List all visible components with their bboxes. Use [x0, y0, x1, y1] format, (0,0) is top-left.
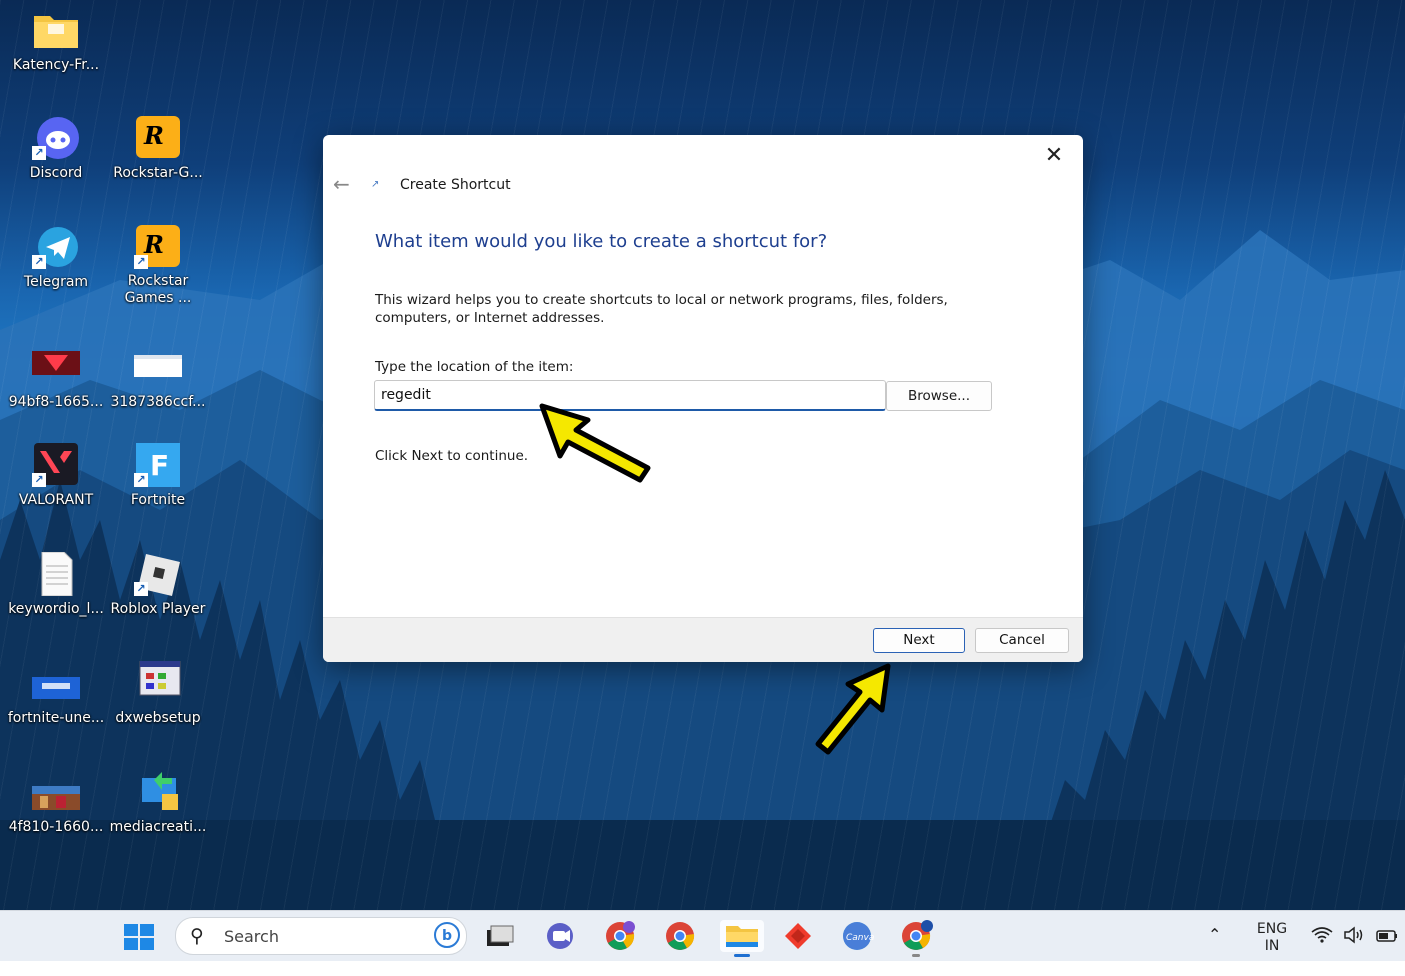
desktop-icon-4f810[interactable]: 4f810-1660... — [5, 770, 107, 836]
desktop-icon-telegram[interactable]: ↗ Telegram — [5, 225, 107, 291]
chrome-icon[interactable] — [663, 920, 697, 952]
continue-hint: Click Next to continue. — [375, 448, 529, 464]
svg-text:Canva: Canva — [846, 933, 874, 943]
taskbar: ⚲ Search b Canva ⌃ ENG IN — [0, 910, 1405, 961]
shortcut-arrow-icon: ↗ — [134, 255, 148, 269]
language-indicator[interactable]: ENG IN — [1252, 921, 1292, 971]
desktop-icon-rockstar-games[interactable]: R ↗ Rockstar Games ... — [107, 225, 209, 307]
chrome-icon[interactable] — [603, 920, 637, 952]
desktop-icon-roblox[interactable]: ↗ Roblox Player — [107, 552, 209, 618]
shortcut-arrow-icon: ↗ — [32, 255, 46, 269]
shortcut-arrow-icon: ↗ — [32, 473, 46, 487]
media-creation-icon — [132, 770, 184, 814]
desktop-icon-mediacreation[interactable]: mediacreati... — [107, 770, 209, 836]
desktop-icon-label: dxwebsetup — [115, 710, 201, 726]
location-label: Type the location of the item: — [375, 359, 574, 375]
desktop-icon-label: Fortnite — [130, 492, 186, 508]
active-indicator — [734, 954, 750, 957]
image-file-icon — [30, 661, 82, 705]
close-icon[interactable]: ✕ — [1039, 141, 1069, 171]
folder-icon — [30, 8, 82, 52]
desktop-icon-3187386[interactable]: 3187386ccf... — [107, 345, 209, 411]
installer-icon — [132, 660, 184, 705]
desktop-icon-dxwebsetup[interactable]: dxwebsetup — [107, 660, 209, 727]
desktop-icon-label: 4f810-1660... — [8, 819, 104, 835]
valorant-icon: ↗ — [30, 443, 82, 487]
image-file-icon — [30, 770, 82, 814]
desktop-icon-label: 94bf8-1665... — [8, 394, 104, 410]
dialog-title: Create Shortcut — [400, 177, 511, 193]
desktop-icon-label: Rockstar-G... — [113, 165, 203, 181]
fortnite-icon: F ↗ — [132, 443, 184, 487]
desktop-icon-label: VALORANT — [18, 492, 94, 508]
back-arrow-icon[interactable]: ← — [333, 173, 355, 195]
shortcut-arrow-icon: ↗ — [134, 582, 148, 596]
annotation-arrow-to-input — [539, 403, 651, 483]
desktop-icon-rockstar-g[interactable]: R Rockstar-G... — [107, 116, 209, 182]
shortcut-icon: ↗ — [371, 179, 380, 190]
search-placeholder: Search — [224, 927, 279, 946]
desktop-icon-label: Rockstar Games ... — [124, 273, 192, 306]
discord-icon: ↗ — [30, 116, 82, 160]
desktop-icon-label: fortnite-une... — [7, 710, 105, 726]
file-explorer-icon[interactable] — [720, 920, 764, 957]
desktop-icon-label: mediacreati... — [109, 819, 207, 835]
desktop-icon-keywordio[interactable]: keywordio_l... — [5, 551, 107, 618]
desktop-icon-fortnite-une[interactable]: fortnite-une... — [5, 661, 107, 727]
language-code: ENG — [1256, 921, 1288, 937]
desktop-icon-discord[interactable]: ↗ Discord — [5, 116, 107, 182]
dialog-footer: Next Cancel — [323, 617, 1083, 662]
search-icon: ⚲ — [190, 925, 204, 947]
dialog-heading: What item would you like to create a sho… — [375, 231, 828, 252]
svg-text:R: R — [143, 121, 164, 150]
shortcut-arrow-icon: ↗ — [134, 473, 148, 487]
roblox-icon: ↗ — [132, 552, 184, 596]
create-shortcut-dialog: ✕ ← ↗ Create Shortcut What item would yo… — [323, 135, 1083, 662]
desktop-icon-fortnite[interactable]: F ↗ Fortnite — [107, 443, 209, 509]
battery-icon[interactable] — [1375, 926, 1399, 976]
image-file-icon — [132, 345, 184, 389]
chrome-icon[interactable] — [899, 920, 933, 957]
image-file-icon — [30, 345, 82, 389]
file-manager-icon[interactable] — [483, 920, 517, 952]
document-icon — [30, 551, 82, 597]
annotation-arrow-to-next — [815, 663, 891, 755]
volume-icon[interactable] — [1342, 925, 1366, 975]
cancel-button[interactable]: Cancel — [975, 628, 1069, 653]
desktop-icon-label: Roblox Player — [110, 601, 206, 617]
desktop-icon-label: Telegram — [23, 274, 89, 290]
desktop-icon-valorant[interactable]: ↗ VALORANT — [5, 443, 107, 509]
desktop-icon-katency[interactable]: Katency-Fr... — [5, 8, 107, 74]
next-button[interactable]: Next — [873, 628, 965, 653]
chevron-up-icon[interactable]: ⌃ — [1208, 925, 1221, 975]
desktop-icon-label: Discord — [29, 165, 83, 181]
desktop-icon-94bf8[interactable]: 94bf8-1665... — [5, 345, 107, 411]
canva-icon[interactable]: Canva — [840, 920, 874, 952]
telegram-icon: ↗ — [30, 225, 82, 269]
teams-icon[interactable] — [543, 920, 577, 952]
windows-start-icon[interactable] — [122, 924, 156, 950]
desktop-icon-label: keywordio_l... — [8, 601, 104, 617]
taskbar-search[interactable]: ⚲ Search b — [175, 917, 467, 955]
bing-icon[interactable]: b — [434, 922, 460, 948]
dialog-description: This wizard helps you to create shortcut… — [375, 292, 948, 326]
region-code: IN — [1264, 938, 1280, 954]
rockstar-icon: R — [132, 116, 184, 160]
browse-button[interactable]: Browse... — [886, 381, 992, 411]
desktop-icon-label: 3187386ccf... — [110, 394, 206, 410]
anydesk-icon[interactable] — [781, 920, 815, 952]
rockstar-icon: R ↗ — [132, 225, 184, 269]
shortcut-arrow-icon: ↗ — [32, 146, 46, 160]
svg-text:F: F — [150, 449, 169, 482]
wifi-icon[interactable] — [1310, 925, 1334, 975]
running-indicator — [912, 954, 920, 957]
desktop-icon-label: Katency-Fr... — [12, 57, 100, 73]
